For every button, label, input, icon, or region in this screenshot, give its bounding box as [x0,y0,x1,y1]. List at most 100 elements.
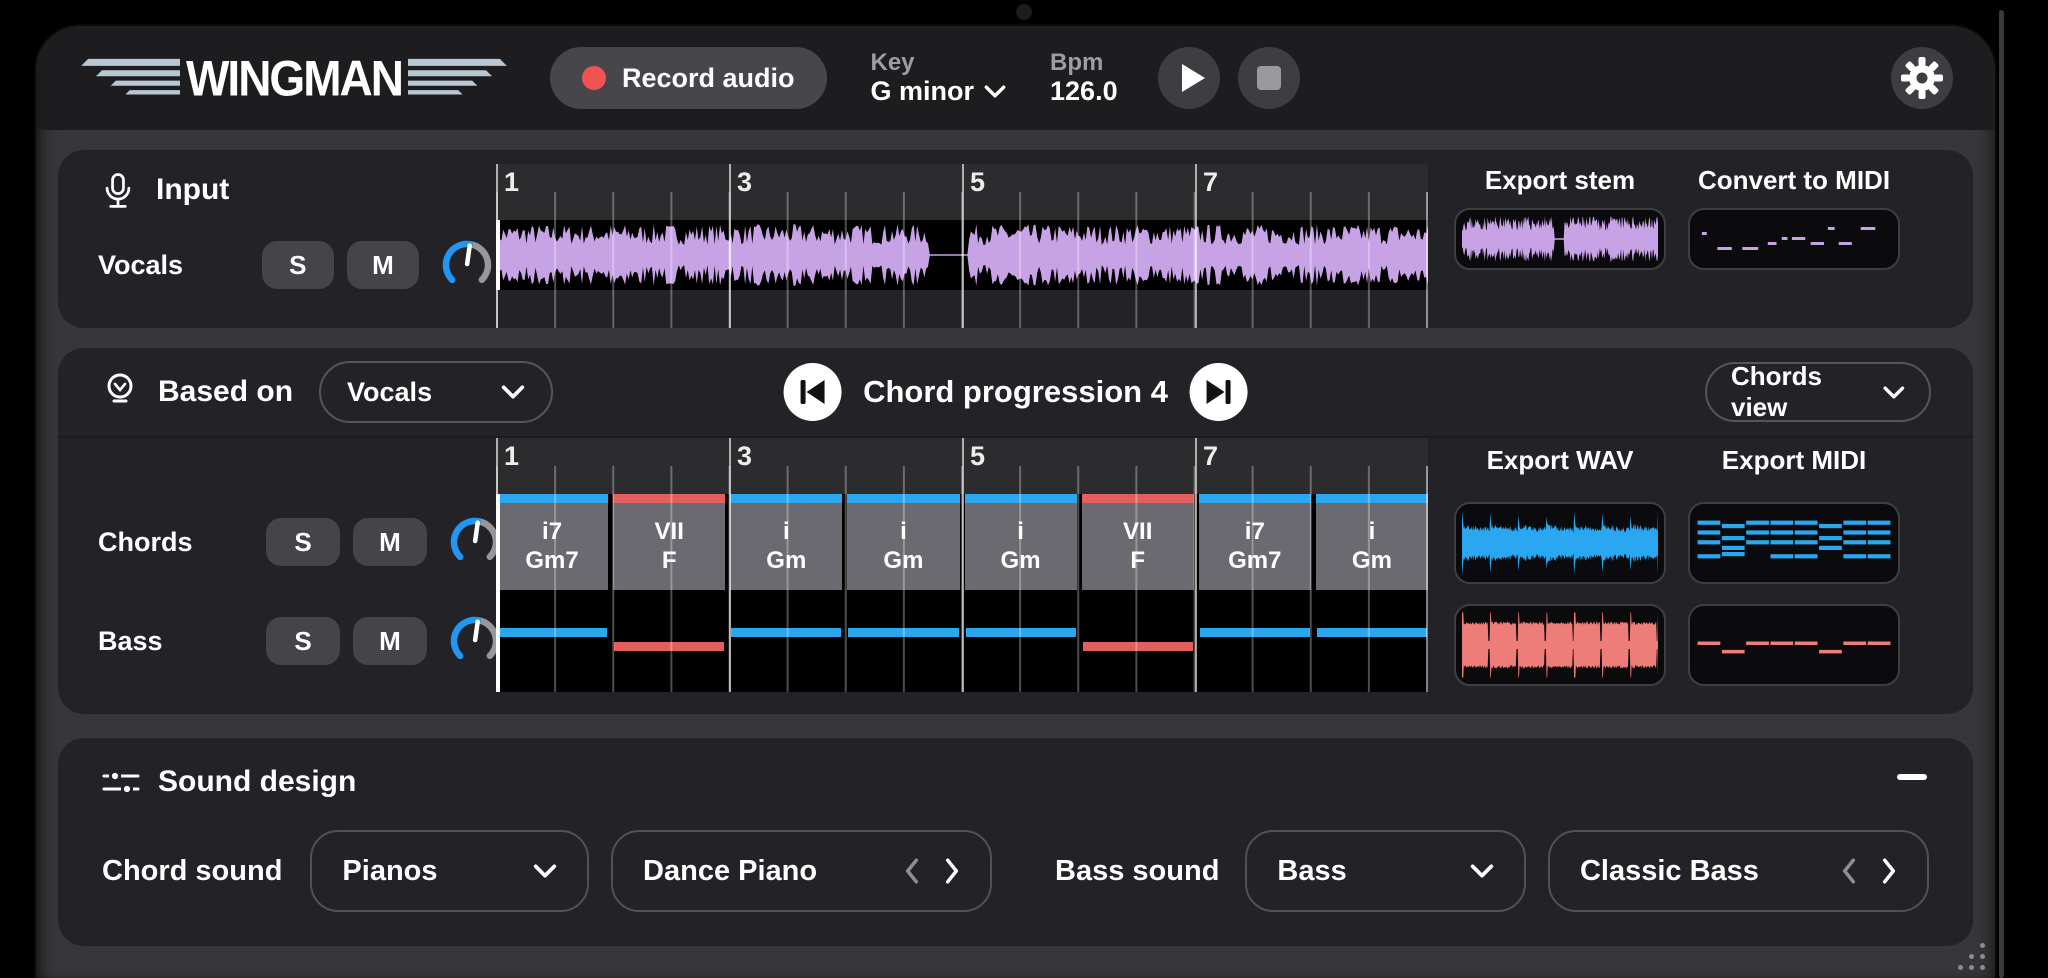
stop-icon [1257,66,1281,90]
skip-previous-icon [783,363,841,421]
gear-icon [1893,49,1951,107]
vocals-mute-button[interactable]: M [347,241,419,289]
record-audio-button[interactable]: Record audio [550,47,827,109]
bpm-value: 126.0 [1050,76,1118,107]
top-bar: WINGMAN Record audio Key G minor [36,26,1995,130]
based-on-source-select[interactable]: Vocals [319,361,553,423]
chord-category-select[interactable]: Pianos [310,830,589,912]
convert-midi-thumb-notes [1696,214,1892,264]
chevron-left-icon[interactable] [1841,858,1857,884]
bass-note[interactable] [1316,590,1428,692]
sound-design-title: Sound design [158,765,356,799]
export-midi-bass-button[interactable] [1688,604,1900,686]
logo-text: WINGMAN [186,49,402,107]
chevron-down-icon [533,864,557,878]
bass-note[interactable] [965,590,1077,692]
lightbulb-icon [100,370,140,414]
bass-note[interactable] [730,590,842,692]
stop-button[interactable] [1238,47,1300,109]
bezel-edge [1999,10,2004,978]
wing-right-icon [408,52,512,104]
app-window: WINGMAN Record audio Key G minor [36,26,1995,978]
bass-lane [496,590,1428,692]
previous-progression-button[interactable] [783,363,841,421]
bass-track-label: Bass [98,626,266,657]
bass-note[interactable] [613,590,725,692]
chords-mute-button[interactable]: M [353,518,427,566]
chord-category-value: Pianos [342,855,437,888]
chord-block[interactable]: iGm [1316,494,1428,590]
chord-block[interactable]: iGm [730,494,842,590]
vocals-timeline: 1357 [496,164,1428,328]
chord-block[interactable]: VIIF [1082,494,1194,590]
chevron-left-icon[interactable] [904,858,920,884]
convert-to-midi-button[interactable] [1688,208,1900,270]
input-section-title: Input [156,173,229,207]
bpm-label: Bpm [1050,49,1118,77]
chevron-down-icon [984,85,1006,98]
bass-note[interactable] [496,590,608,692]
chevron-right-icon[interactable] [944,858,960,884]
next-progression-button[interactable] [1190,363,1248,421]
export-wav-label: Export WAV [1454,438,1666,482]
export-stem-button[interactable] [1454,208,1666,270]
chord-block[interactable]: iGm [847,494,959,590]
chords-midi-thumb-notes [1696,508,1892,578]
key-label: Key [871,49,1007,77]
chord-block[interactable]: i7Gm7 [496,494,608,590]
playhead[interactable] [496,220,500,290]
vocals-waveform-lane [496,220,1428,290]
chords-track-label: Chords [98,527,266,558]
collapse-section-button[interactable] [1897,774,1927,780]
resize-grip[interactable] [1949,934,1985,970]
export-wav-bass-button[interactable] [1454,604,1666,686]
device-screen: WINGMAN Record audio Key G minor [0,0,2048,978]
sliders-icon [102,764,140,800]
based-on-section: Based on Vocals Chord progression 4 [58,348,1973,714]
bass-wav-thumb-wave [1462,610,1658,680]
based-on-label: Based on [158,375,293,409]
export-stem-label: Export stem [1454,158,1666,202]
chord-lane: i7Gm7 VIIF iGm iGm iGm VIIF i7Gm7 iGm [496,494,1428,590]
chords-solo-button[interactable]: S [266,518,340,566]
bass-preset-value: Classic Bass [1580,855,1759,888]
chord-progression-title: Chord progression 4 [863,374,1168,410]
chord-block[interactable]: VIIF [613,494,725,590]
bass-note[interactable] [1082,590,1194,692]
chevron-down-icon [1883,386,1905,399]
play-button[interactable] [1158,47,1220,109]
vocals-solo-button[interactable]: S [262,241,334,289]
key-value: G minor [871,76,975,107]
key-selector[interactable]: Key G minor [871,49,1007,108]
bass-mute-button[interactable]: M [353,617,427,665]
chevron-right-icon[interactable] [1881,858,1897,884]
chord-preset-selector: Dance Piano [611,830,992,912]
bass-preset-selector: Classic Bass [1548,830,1929,912]
chords-view-select[interactable]: Chords view [1705,362,1931,422]
export-wav-chords-button[interactable] [1454,502,1666,584]
chord-preset-value: Dance Piano [643,855,817,888]
vocals-volume-knob[interactable] [438,236,496,294]
bass-solo-button[interactable]: S [266,617,340,665]
bass-note[interactable] [847,590,959,692]
playhead[interactable] [496,494,500,692]
chevron-down-icon [501,385,525,399]
skip-next-icon [1190,363,1248,421]
bass-note[interactable] [1199,590,1311,692]
settings-button[interactable] [1891,47,1953,109]
input-section: Input Vocals S M 1357 [58,150,1973,328]
source-selected-value: Vocals [347,377,432,408]
export-midi-chords-button[interactable] [1688,502,1900,584]
sound-design-section: Sound design Chord sound Pianos Dance Pi… [58,738,1973,946]
chords-wav-thumb-wave [1462,508,1658,578]
chord-block[interactable]: iGm [965,494,1077,590]
bass-category-select[interactable]: Bass [1245,830,1526,912]
chord-block[interactable]: i7Gm7 [1199,494,1311,590]
bass-category-value: Bass [1277,855,1346,888]
vocals-waveform [496,220,1428,290]
wing-left-icon [76,52,180,104]
chord-sound-label: Chord sound [102,855,282,888]
bpm-control[interactable]: Bpm 126.0 [1050,49,1118,108]
bass-track-controls: Bass S M [98,612,504,670]
record-dot-icon [582,66,606,90]
